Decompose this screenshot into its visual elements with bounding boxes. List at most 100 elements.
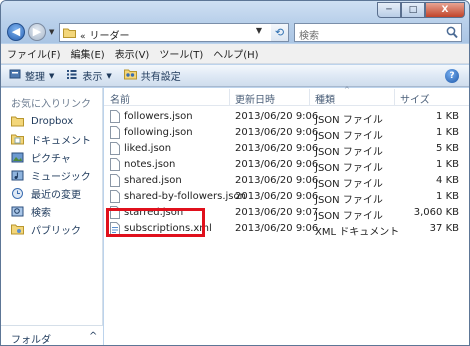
close-button[interactable]: X	[425, 2, 465, 18]
file-name: following.json	[124, 127, 193, 138]
explorer-window: ─ □ X ◀ ▶ ▼ « リーダー ▼ ⟲ 検索 ファイル(F) 編集(E) 表…	[0, 0, 470, 346]
favorites-list: Dropbox ドキュメント ピクチャ ミュージック 最近の変更 検索 パブリッ…	[11, 112, 91, 238]
address-path[interactable]: « リーダー	[80, 27, 130, 42]
nav-item-label: ピクチャ	[31, 153, 71, 165]
organize-button[interactable]: 整理 ▼	[9, 68, 54, 83]
music-icon	[11, 169, 25, 181]
view-icon	[66, 68, 78, 83]
documents-icon	[11, 133, 25, 145]
nav-item-label: Dropbox	[31, 115, 74, 127]
share-label: 共有設定	[140, 72, 181, 83]
file-type: JSON ファイル	[315, 179, 383, 190]
view-label: 表示	[82, 72, 103, 83]
file-row[interactable]: following.json 2013/06/20 9:06 JSON ファイル…	[104, 125, 469, 142]
menu-bar: ファイル(F) 編集(E) 表示(V) ツール(T) ヘルプ(H)	[1, 44, 469, 64]
chevron-up-icon[interactable]: ^	[89, 331, 97, 342]
address-bar[interactable]: « リーダー ▼	[59, 23, 279, 42]
refresh-button[interactable]: ⟲	[271, 23, 289, 42]
file-date: 2013/06/20 9:06	[235, 223, 319, 234]
nav-item-recent[interactable]: 最近の変更	[11, 184, 91, 202]
search-input[interactable]: 検索	[299, 27, 319, 42]
column-header-type[interactable]: 種類	[315, 91, 335, 106]
file-name: followers.json	[124, 111, 193, 122]
nav-item-public[interactable]: パブリック	[11, 220, 91, 238]
title-bar: ─ □ X ◀ ▶ ▼ « リーダー ▼ ⟲ 検索	[1, 1, 469, 43]
nav-item-documents[interactable]: ドキュメント	[11, 130, 91, 148]
share-button[interactable]: 共有設定	[123, 68, 181, 83]
nav-item-label: ミュージック	[31, 171, 91, 183]
dropbox-folder-icon	[11, 115, 25, 127]
back-button[interactable]: ◀	[7, 23, 25, 41]
menu-view[interactable]: 表示(V)	[115, 46, 150, 61]
file-date: 2013/06/20 9:06	[235, 127, 319, 138]
highlight-box	[106, 208, 205, 237]
favorites-heading: お気に入りリンク	[11, 99, 91, 110]
column-header-date[interactable]: 更新日時	[235, 91, 275, 106]
folder-icon	[63, 27, 76, 41]
file-size: 1 KB	[436, 111, 459, 122]
nav-item-label: 最近の変更	[31, 189, 81, 201]
organize-label: 整理	[25, 72, 45, 83]
file-type: JSON ファイル	[315, 163, 383, 174]
file-date: 2013/06/20 9:06	[235, 159, 319, 170]
pictures-icon	[11, 151, 25, 163]
column-header-name[interactable]: 名前	[110, 91, 130, 106]
file-type: JSON ファイル	[315, 195, 383, 206]
history-dropdown-icon[interactable]: ▼	[49, 28, 54, 36]
file-type: XML ドキュメント	[315, 227, 400, 238]
file-row[interactable]: shared-by-followers.json 2013/06/20 9:06…	[104, 189, 469, 206]
file-type: JSON ファイル	[315, 211, 383, 222]
file-size: 1 KB	[436, 159, 459, 170]
column-divider[interactable]	[394, 89, 395, 105]
view-button[interactable]: 表示 ▼	[66, 68, 112, 83]
folders-toggle[interactable]: フォルダ ^	[1, 325, 103, 345]
share-icon	[123, 68, 137, 83]
file-icon	[110, 158, 120, 174]
file-size: 3,060 KB	[413, 207, 459, 218]
nav-item-music[interactable]: ミュージック	[11, 166, 91, 184]
nav-item-pictures[interactable]: ピクチャ	[11, 148, 91, 166]
column-divider[interactable]	[229, 89, 230, 105]
file-icon	[110, 142, 120, 158]
file-row[interactable]: shared.json 2013/06/20 9:06 JSON ファイル 4 …	[104, 173, 469, 190]
caption-buttons: ─ □ X	[377, 2, 465, 18]
file-icon	[110, 126, 120, 142]
chevron-down-icon: ▼	[49, 71, 55, 80]
nav-item-label: 検索	[31, 207, 51, 219]
nav-item-label: パブリック	[31, 225, 81, 237]
menu-edit[interactable]: 編集(E)	[71, 46, 105, 61]
menu-tools[interactable]: ツール(T)	[159, 46, 203, 61]
file-size: 5 KB	[436, 143, 459, 154]
file-row[interactable]: followers.json 2013/06/20 9:06 JSON ファイル…	[104, 109, 469, 126]
file-date: 2013/06/20 9:06	[235, 175, 319, 186]
column-header-size[interactable]: サイズ	[400, 91, 430, 106]
nav-item-label: ドキュメント	[31, 135, 91, 147]
column-divider[interactable]	[309, 89, 310, 105]
file-date: 2013/06/20 9:06	[235, 191, 319, 202]
forward-button[interactable]: ▶	[28, 23, 46, 41]
file-type: JSON ファイル	[315, 131, 383, 142]
help-icon[interactable]: ?	[445, 69, 459, 83]
search-icon[interactable]	[446, 26, 458, 42]
search-box[interactable]: 検索	[294, 23, 462, 42]
nav-item-search[interactable]: 検索	[11, 202, 91, 220]
file-type: JSON ファイル	[315, 115, 383, 126]
menu-help[interactable]: ヘルプ(H)	[213, 46, 258, 61]
chevron-down-icon: ▼	[106, 71, 112, 80]
nav-item-dropbox[interactable]: Dropbox	[11, 112, 91, 130]
minimize-button[interactable]: ─	[377, 2, 401, 18]
column-header-row: 名前 更新日時 種類 ^ サイズ	[104, 86, 469, 106]
menu-file[interactable]: ファイル(F)	[7, 46, 61, 61]
breadcrumb-current[interactable]: リーダー	[90, 31, 130, 42]
file-name: shared.json	[124, 175, 182, 186]
breadcrumb-overflow[interactable]: «	[80, 32, 86, 42]
file-name: shared-by-followers.json	[124, 191, 246, 202]
chevron-down-icon[interactable]: ▼	[256, 26, 262, 35]
organize-icon	[9, 68, 21, 83]
file-date: 2013/06/20 9:06	[235, 111, 319, 122]
recent-icon	[11, 187, 25, 199]
file-row[interactable]: liked.json 2013/06/20 9:06 JSON ファイル 5 K…	[104, 141, 469, 158]
maximize-button[interactable]: □	[401, 2, 425, 18]
file-name: liked.json	[124, 143, 172, 154]
file-row[interactable]: notes.json 2013/06/20 9:06 JSON ファイル 1 K…	[104, 157, 469, 174]
